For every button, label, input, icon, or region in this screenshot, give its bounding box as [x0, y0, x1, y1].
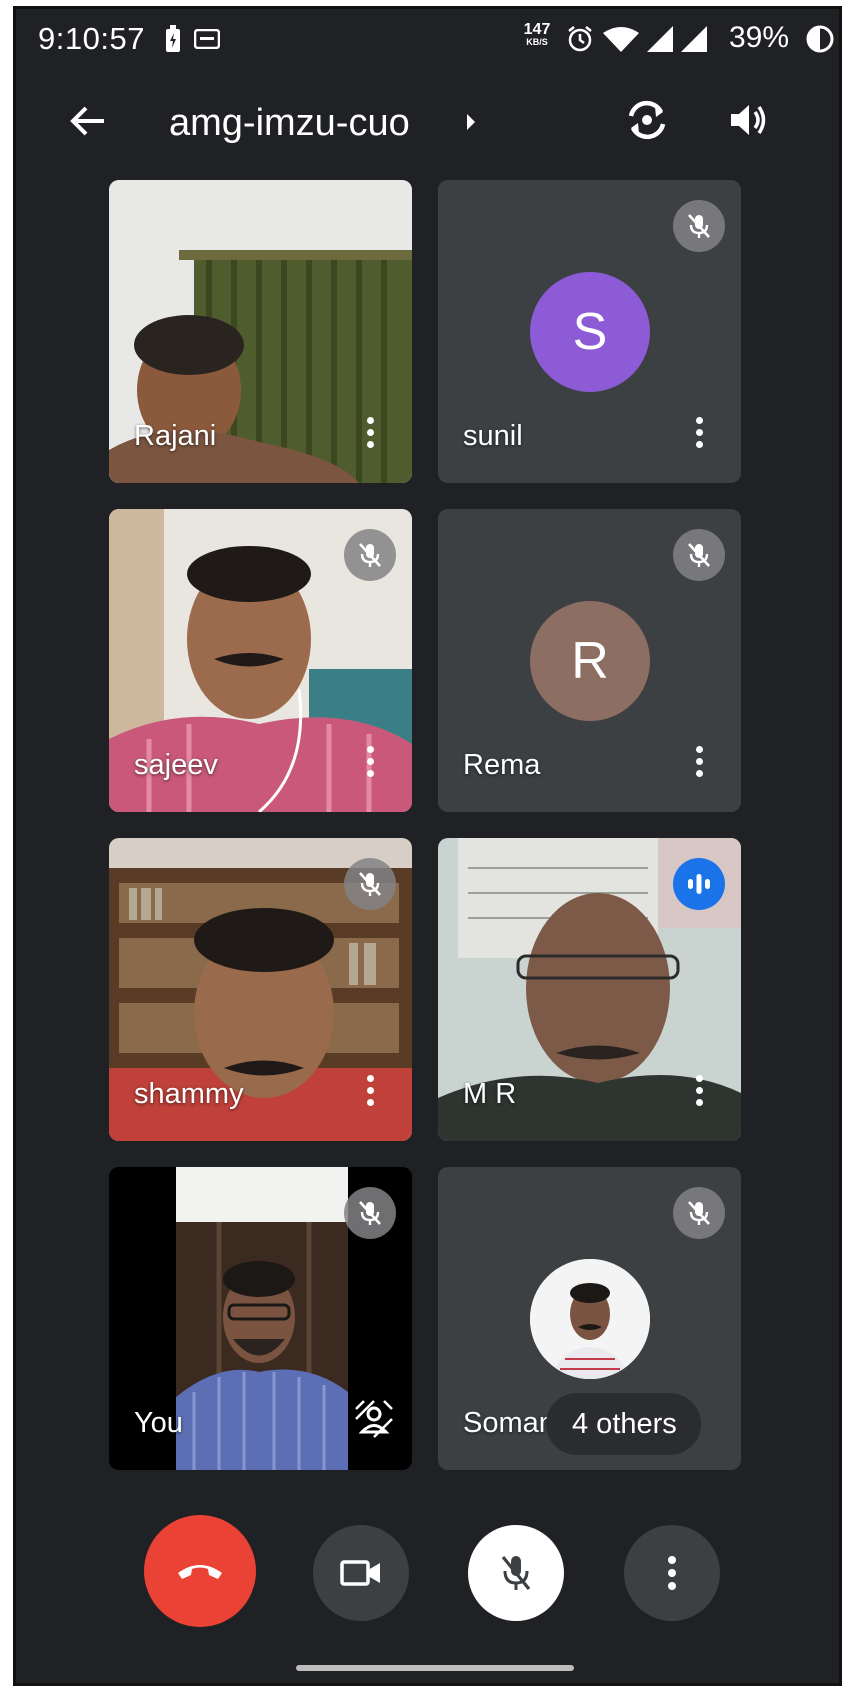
participant-name: shammy — [134, 1078, 244, 1110]
status-bar: 9:10:57 147 KB/S 39% — [16, 9, 839, 71]
mic-off-icon — [501, 1555, 531, 1591]
signal-icon-2 — [680, 25, 708, 58]
avatar: S — [530, 272, 650, 392]
participant-name: Soman — [463, 1407, 555, 1439]
participant-tile-shammy[interactable]: shammy — [109, 838, 412, 1141]
meeting-code[interactable]: amg-imzu-cuo — [169, 102, 410, 145]
profile-photo-avatar — [530, 1259, 650, 1379]
battery-percent: 39% — [729, 21, 790, 54]
back-arrow-icon[interactable] — [68, 102, 106, 145]
microphone-toggle-button[interactable] — [468, 1525, 564, 1621]
switch-camera-icon[interactable] — [623, 96, 671, 149]
end-call-button[interactable] — [144, 1515, 256, 1627]
participant-name: sajeev — [134, 749, 218, 781]
speaking-indicator-icon — [673, 858, 725, 910]
others-count-chip[interactable]: 4 others — [546, 1393, 701, 1455]
mic-off-icon — [673, 200, 725, 252]
more-options-icon[interactable] — [364, 1075, 376, 1111]
notification-icon — [193, 28, 221, 54]
alarm-icon — [566, 25, 594, 58]
video-camera-icon — [340, 1560, 380, 1586]
participant-tile-rajani[interactable]: Rajani — [109, 180, 412, 483]
network-speed: 147 KB/S — [523, 21, 551, 48]
speaker-volume-icon[interactable] — [728, 100, 768, 145]
participant-name: sunil — [463, 420, 523, 452]
participant-name: Rajani — [134, 420, 217, 452]
participant-name: M R — [463, 1078, 517, 1110]
status-time: 9:10:57 — [38, 21, 145, 56]
battery-icon — [805, 24, 835, 59]
wifi-icon — [603, 27, 639, 58]
battery-charging-icon — [164, 25, 182, 58]
more-options-icon[interactable] — [693, 417, 705, 453]
camera-toggle-button[interactable] — [313, 1525, 409, 1621]
participant-name: Rema — [463, 749, 541, 781]
more-options-button[interactable] — [624, 1525, 720, 1621]
mic-off-icon — [344, 1187, 396, 1239]
app-bar: amg-imzu-cuo — [16, 84, 839, 164]
participant-tile-self[interactable]: You — [109, 1167, 412, 1470]
mic-off-icon — [344, 858, 396, 910]
participant-tile-rema[interactable]: R Rema — [438, 509, 741, 812]
caret-right-icon[interactable] — [464, 112, 478, 137]
participant-name: You — [134, 1407, 183, 1439]
more-options-icon[interactable] — [364, 417, 376, 453]
more-options-icon[interactable] — [693, 746, 705, 782]
participant-tile-m-r[interactable]: M R — [438, 838, 741, 1141]
more-vert-icon — [668, 1556, 676, 1590]
more-options-icon[interactable] — [693, 1075, 705, 1111]
participant-tile-sajeev[interactable]: sajeev — [109, 509, 412, 812]
participant-tile-soman[interactable]: Soman 4 others — [438, 1167, 741, 1470]
participant-tile-sunil[interactable]: S sunil — [438, 180, 741, 483]
phone-screen: 9:10:57 147 KB/S 39% amg-imzu-cuo Rajani… — [13, 6, 842, 1686]
home-indicator[interactable] — [296, 1665, 574, 1671]
hang-up-icon — [178, 1565, 222, 1579]
signal-icon — [646, 25, 674, 58]
background-effects-icon[interactable] — [354, 1399, 394, 1444]
avatar: R — [530, 601, 650, 721]
mic-off-icon — [344, 529, 396, 581]
mic-off-icon — [673, 1187, 725, 1239]
more-options-icon[interactable] — [364, 746, 376, 782]
mic-off-icon — [673, 529, 725, 581]
